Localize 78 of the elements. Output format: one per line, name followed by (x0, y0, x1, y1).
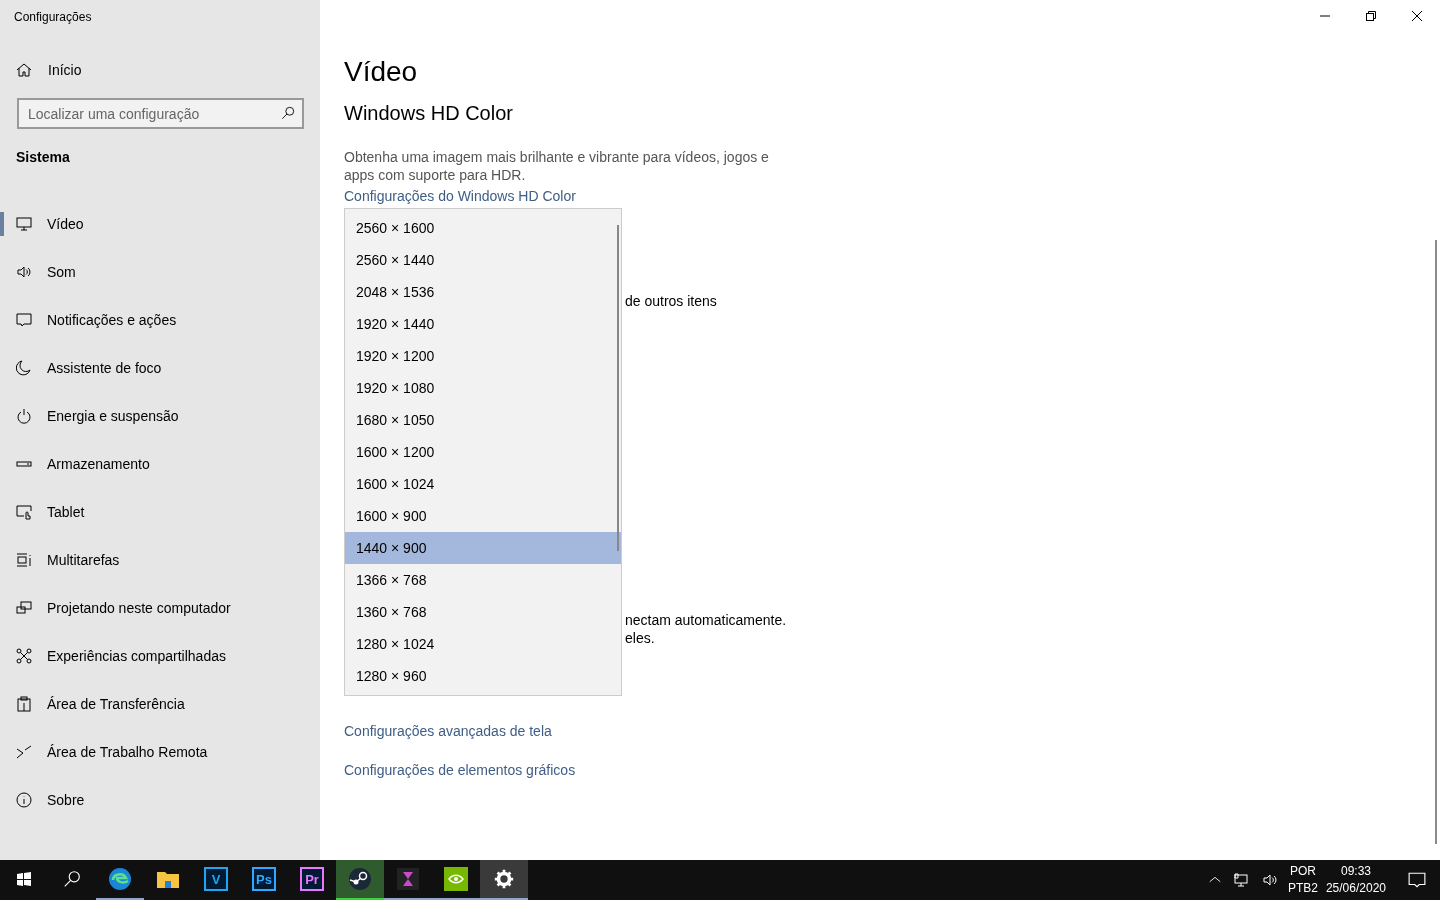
resolution-option[interactable]: 1360 × 768 (345, 596, 621, 628)
resolution-option[interactable]: 1920 × 1440 (345, 308, 621, 340)
app-logo-icon: V (204, 867, 228, 891)
app-logo-icon: Ps (252, 867, 276, 891)
taskbar-app-button[interactable] (480, 860, 528, 900)
description-text: Obtenha uma imagem mais brilhante e vibrante para vídeos, jogos e apps com suporte para HDR. (344, 148, 770, 184)
search-field[interactable]: Localizar uma configuração (17, 98, 304, 129)
sidebar-item[interactable]: Energia e suspensão (0, 392, 320, 440)
home-link[interactable]: Início (16, 58, 320, 82)
search-icon (281, 106, 295, 120)
close-icon (1412, 11, 1422, 21)
sidebar-item[interactable]: Vídeo (0, 200, 320, 248)
steam-logo-icon (348, 867, 372, 891)
section-heading: Sistema (16, 149, 71, 167)
restore-icon (1366, 11, 1376, 21)
resolution-option[interactable]: 1920 × 1080 (345, 372, 621, 404)
windows-logo-icon (16, 871, 32, 887)
clock-date[interactable]: 25/06/2020 (1325, 880, 1386, 897)
clipboard-icon (16, 696, 32, 712)
clock-time[interactable]: 09:33 (1340, 863, 1371, 880)
projector-icon (16, 600, 32, 616)
partial-text: eles. (625, 629, 655, 647)
resolution-option[interactable]: 1600 × 900 (345, 500, 621, 532)
wave-logo-icon (108, 867, 132, 891)
sidebar-item[interactable]: Área de Trabalho Remota (0, 728, 320, 776)
tablet-touch-icon (16, 504, 32, 520)
home-icon (16, 62, 32, 78)
sidebar-item[interactable]: Multitarefas (0, 536, 320, 584)
language-indicator[interactable]: POR (1289, 863, 1316, 880)
hourglass-icon (396, 867, 420, 891)
taskbar-app-button[interactable]: Ps (240, 860, 288, 900)
eye-logo-icon (444, 867, 468, 891)
resolution-option[interactable]: 2560 × 1600 (345, 212, 621, 244)
moon-icon (16, 360, 32, 376)
sidebar-item[interactable]: Área de Transferência (0, 680, 320, 728)
taskbar-app-button[interactable] (336, 860, 384, 900)
window-title: Configurações (13, 9, 93, 26)
keyboard-layout[interactable]: PTB2 (1287, 880, 1318, 897)
sidebar-item[interactable]: Notificações e ações (0, 296, 320, 344)
partial-text: nectam automaticamente. (625, 611, 787, 629)
power-icon (16, 408, 32, 424)
taskbar-app-button[interactable]: Pr (288, 860, 336, 900)
sidebar-item[interactable]: Projetando neste computador (0, 584, 320, 632)
monitor-icon (16, 216, 32, 232)
remote-arrows-icon (16, 744, 32, 760)
taskbar-app-button[interactable]: V (192, 860, 240, 900)
speaker-icon (16, 264, 32, 280)
resolution-option[interactable]: 2048 × 1536 (345, 276, 621, 308)
resolution-option[interactable]: 1600 × 1200 (345, 436, 621, 468)
section-heading: Windows HD Color (344, 102, 514, 126)
settings-link[interactable]: Configurações avançadas de tela (344, 723, 552, 739)
speech-bubble-icon (16, 312, 32, 328)
sidebar-item[interactable]: Assistente de foco (0, 344, 320, 392)
resolution-option[interactable]: 1280 × 960 (345, 660, 621, 692)
settings-link[interactable]: Configurações de elementos gráficos (344, 762, 576, 778)
page-title: Vídeo (344, 56, 419, 89)
gear-icon (493, 868, 515, 890)
resolution-option[interactable]: 2560 × 1440 (345, 244, 621, 276)
resolution-option[interactable]: 1366 × 768 (345, 564, 621, 596)
sidebar-item[interactable]: Tablet (0, 488, 320, 536)
search-icon (63, 870, 81, 888)
sidebar-item[interactable]: Experiências compartilhadas (0, 632, 320, 680)
scrollbar-thumb[interactable] (1435, 240, 1437, 844)
resolution-option[interactable]: 1680 × 1050 (345, 404, 621, 436)
resolution-option[interactable]: 1920 × 1200 (345, 340, 621, 372)
resolution-option[interactable]: 1600 × 1024 (345, 468, 621, 500)
app-logo-icon: Pr (300, 867, 324, 891)
resolution-option[interactable]: 1280 × 1024 (345, 628, 621, 660)
partial-text: de outros itens (625, 292, 717, 310)
scrollbar-thumb[interactable] (617, 225, 619, 551)
resolution-option[interactable]: 1440 × 900 (345, 532, 621, 564)
hd-color-link[interactable]: Configurações do Windows HD Color (344, 188, 576, 204)
nodes-icon (16, 648, 32, 664)
sidebar-item[interactable]: Armazenamento (0, 440, 320, 488)
info-icon (16, 792, 32, 808)
multitask-icon (16, 552, 32, 568)
sidebar-item[interactable]: Som (0, 248, 320, 296)
sidebar-item[interactable]: Sobre (0, 776, 320, 824)
